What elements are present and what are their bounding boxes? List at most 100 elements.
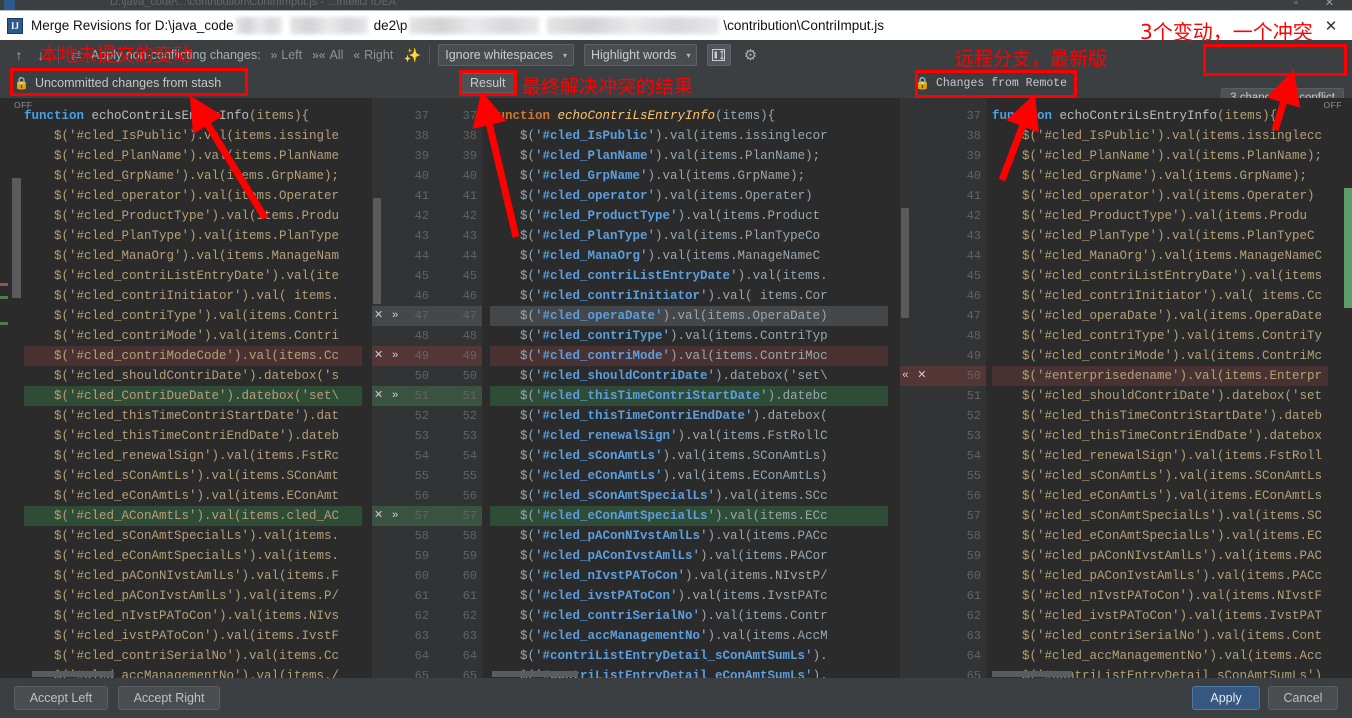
code-line: $('#cled_contriInitiator').val( items.Co… (490, 286, 888, 306)
code-line: $('#cled_contriMode').val(items.ContriMo… (490, 346, 888, 366)
gutter-line-number: 46 (434, 286, 482, 306)
highlight-words-select[interactable]: Highlight words ▾ (584, 44, 697, 66)
left-scroll-thumb[interactable] (12, 178, 21, 298)
gutter-line-number: ✕ »49 (372, 346, 434, 366)
left-hscroll-thumb[interactable] (32, 671, 114, 677)
result-editor-pane[interactable]: 37383940414243444546✕ »4748✕ »4950✕ »515… (372, 98, 900, 678)
gutter-line-number: 45 (900, 266, 986, 286)
gutter-line-number: 53 (434, 426, 482, 446)
accept-right-button[interactable]: Accept Right (118, 686, 220, 710)
code-line: $('#cled_sConAmtLs').val(items.SConAmtLs… (490, 446, 888, 466)
compare-columns-icon[interactable] (707, 44, 731, 66)
left-hscrollbar[interactable] (0, 671, 372, 678)
gutter-line-number: 53 (372, 426, 434, 446)
code-line: $('#cled_PlanName').val(items.PlanName); (490, 146, 888, 166)
result-hscroll-thumb[interactable] (492, 671, 578, 677)
right-line-gutter[interactable]: 37383940414243444546474849« ✕50515253545… (900, 98, 986, 678)
annotation-local-text: 本地未提交的变动 (40, 40, 192, 67)
gutter-line-number: 55 (900, 466, 986, 486)
right-change-markers (1344, 98, 1352, 678)
right-arrows-icon[interactable]: « (353, 48, 360, 62)
code-line: $('#cled_PlanName').val(items.PlanName); (992, 146, 1328, 166)
gutter-line-number: 40 (434, 166, 482, 186)
gutter-line-number: 47 (900, 306, 986, 326)
gutter-line-number: 50 (372, 366, 434, 386)
code-line: $('#cled_thisTimeContriStartDate').dat (24, 406, 362, 426)
arrow-up-icon[interactable]: ↑ (8, 44, 30, 66)
code-line: $('#cled_PlanName').val(items.PlanName (24, 146, 362, 166)
accept-change-glyph[interactable]: « ✕ (902, 366, 927, 386)
code-line: $('#cled_sConAmtLs').val(items.SConAmtLs (992, 466, 1328, 486)
apply-button[interactable]: Apply (1192, 686, 1260, 710)
apply-all-button[interactable]: All (329, 48, 343, 62)
ignore-whitespaces-select[interactable]: Ignore whitespaces ▾ (438, 44, 574, 66)
gutter-line-number: 51 (434, 386, 482, 406)
compare-columns-glyph (712, 49, 726, 62)
code-line: $('#cled_contriModeCode').val(items.Cc (24, 346, 362, 366)
code-line: $('#cled_IsPublic').val(items.issingleco… (490, 126, 888, 146)
result-scroll-thumb[interactable] (373, 198, 381, 304)
code-line: $('#cled_pAConIvstAmlLs').val(items.PACc (992, 566, 1328, 586)
code-line: $('#cled_pAConIvstAmlLs').val(items.P/ (24, 586, 362, 606)
code-line: $('#cled_sConAmtSpecialLs').val(items. (24, 526, 362, 546)
all-arrows-icon[interactable]: »« (312, 48, 325, 62)
code-line: $('#cled_renewalSign').val(items.FstRoll… (490, 426, 888, 446)
gutter-line-number: 39 (900, 146, 986, 166)
accept-change-glyph[interactable]: ✕ » (374, 506, 399, 526)
window-title-suffix: \contribution\ContriImput.js (723, 18, 884, 33)
left-arrows-icon[interactable]: » (271, 48, 278, 62)
gutter-line-number: 52 (900, 406, 986, 426)
annotation-result-text: 最终解决冲突的结果 (522, 72, 693, 99)
cancel-button[interactable]: Cancel (1268, 686, 1338, 710)
accept-change-glyph[interactable]: ✕ » (374, 386, 399, 406)
gutter-line-number: 61 (372, 586, 434, 606)
gutter-line-number: ✕ »51 (372, 386, 434, 406)
result-hscrollbar[interactable] (372, 671, 900, 678)
gutter-line-number: 60 (372, 566, 434, 586)
code-line: function echoContriLsEntryInfo(items){ (24, 106, 362, 126)
gutter-line-number: 63 (372, 626, 434, 646)
code-line: $('#cled_eConAmtSpecialLs').val(items. (24, 546, 362, 566)
code-line: $('#cled_thisTimeContriStartDate').dateb… (490, 386, 888, 406)
code-line: $('#cled_contriType').val(items.Contri (24, 306, 362, 326)
apply-right-button[interactable]: Right (364, 48, 393, 62)
code-line: $('#cled_contriInitiator').val( items.Cc (992, 286, 1328, 306)
annotation-box-remote (915, 70, 1077, 98)
close-icon[interactable]: ✕ (1314, 12, 1348, 40)
accept-change-glyph[interactable]: ✕ » (374, 346, 399, 366)
gutter-line-number: 40 (900, 166, 986, 186)
gutter-line-number: 38 (372, 126, 434, 146)
gutter-line-number: 59 (434, 546, 482, 566)
accept-change-glyph[interactable]: ✕ » (374, 306, 399, 326)
right-hscrollbar[interactable] (900, 671, 1352, 678)
result-left-gutter[interactable]: 37383940414243444546✕ »4748✕ »4950✕ »515… (372, 98, 434, 678)
right-hscroll-thumb[interactable] (992, 671, 1072, 677)
code-line: $('#cled_ProductType').val(items.Product (490, 206, 888, 226)
gutter-line-number: 58 (372, 526, 434, 546)
code-line: $('#cled_contriType').val(items.ContriTy… (490, 326, 888, 346)
gear-icon[interactable]: ⚙ (739, 44, 761, 66)
gutter-line-number: 64 (372, 646, 434, 666)
code-line: $('#cled_accManagementNo').val(items.Acc… (490, 626, 888, 646)
code-line: $('#cled_ivstPAToCon').val(items.IvstPAT (992, 606, 1328, 626)
accept-left-button[interactable]: Accept Left (14, 686, 108, 710)
right-editor-pane[interactable]: 37383940414243444546474849« ✕50515253545… (900, 98, 1352, 678)
code-line: $('#cled_thisTimeContriEndDate').dateb (24, 426, 362, 446)
result-code-lines: function echoContriLsEntryInfo(items){ $… (490, 106, 888, 678)
code-line: function echoContriLsEntryInfo(items){ (490, 106, 888, 126)
gutter-line-number: 48 (900, 326, 986, 346)
gutter-line-number: 37 (372, 106, 434, 126)
gutter-line-number: 39 (372, 146, 434, 166)
left-editor-pane[interactable]: OFF function echoContriLsEntryInfo(items… (0, 98, 372, 678)
magic-wand-icon[interactable]: ✨ (401, 44, 423, 66)
merge-editors: OFF function echoContriLsEntryInfo(items… (0, 98, 1352, 678)
gutter-line-number: 52 (372, 406, 434, 426)
code-line: $('#cled_PlanType').val(items.PlanType (24, 226, 362, 246)
apply-left-button[interactable]: Left (281, 48, 302, 62)
change-marker (1344, 188, 1352, 308)
code-line: $('#cled_thisTimeContriEndDate').datebox (992, 426, 1328, 446)
left-change-markers (0, 98, 8, 678)
gutter-line-number: 41 (372, 186, 434, 206)
right-scroll-thumb[interactable] (901, 208, 909, 318)
merge-revisions-window: D:\java_code\...\contribution\ContriImpu… (0, 0, 1352, 718)
